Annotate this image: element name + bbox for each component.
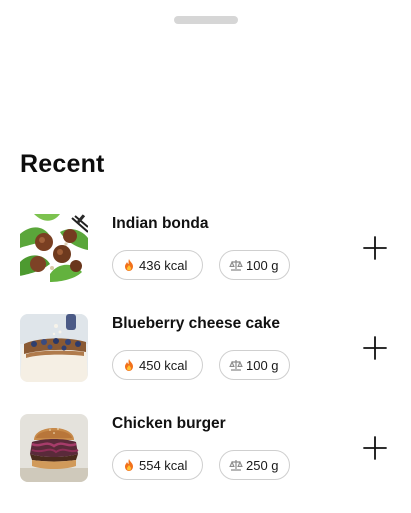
list-item[interactable]: Blueberry cheese cake 450 kcal 100 g — [0, 313, 411, 413]
flame-icon — [122, 358, 136, 372]
calories-value: 554 kcal — [139, 457, 188, 473]
burger-photo — [20, 414, 88, 482]
calories-value: 436 kcal — [139, 257, 188, 273]
plus-icon — [363, 436, 387, 460]
weight-value: 100 g — [246, 257, 279, 273]
list-item[interactable]: Indian bonda 436 kcal 100 g — [0, 213, 411, 313]
flame-icon — [122, 458, 136, 472]
food-name: Chicken burger — [112, 415, 226, 432]
food-name: Blueberry cheese cake — [112, 315, 281, 332]
sheet-drag-handle[interactable] — [174, 16, 238, 24]
add-food-button[interactable] — [359, 332, 391, 364]
blueberry-cake-photo — [20, 314, 88, 382]
weight-value: 250 g — [246, 457, 279, 473]
meatballs-salad-photo — [20, 214, 88, 282]
food-thumbnail — [20, 214, 88, 282]
food-name: Indian bonda — [112, 215, 209, 232]
calories-value: 450 kcal — [139, 357, 188, 373]
plus-icon — [363, 236, 387, 260]
food-thumbnail — [20, 314, 88, 382]
weight-chip: 100 g — [219, 250, 290, 280]
food-thumbnail — [20, 414, 88, 482]
scale-icon — [229, 258, 243, 272]
weight-chip: 100 g — [219, 350, 290, 380]
scale-icon — [229, 458, 243, 472]
weight-chip: 250 g — [219, 450, 290, 480]
calories-chip: 554 kcal — [112, 450, 203, 480]
add-food-button[interactable] — [359, 432, 391, 464]
calories-chip: 436 kcal — [112, 250, 203, 280]
calories-chip: 450 kcal — [112, 350, 203, 380]
scale-icon — [229, 358, 243, 372]
plus-icon — [363, 336, 387, 360]
recent-food-list: Indian bonda 436 kcal 100 g Blueberry ch… — [0, 213, 411, 513]
section-title: Recent — [20, 150, 105, 178]
flame-icon — [122, 258, 136, 272]
add-food-button[interactable] — [359, 232, 391, 264]
weight-value: 100 g — [246, 357, 279, 373]
list-item[interactable]: Chicken burger 554 kcal 250 g — [0, 413, 411, 513]
